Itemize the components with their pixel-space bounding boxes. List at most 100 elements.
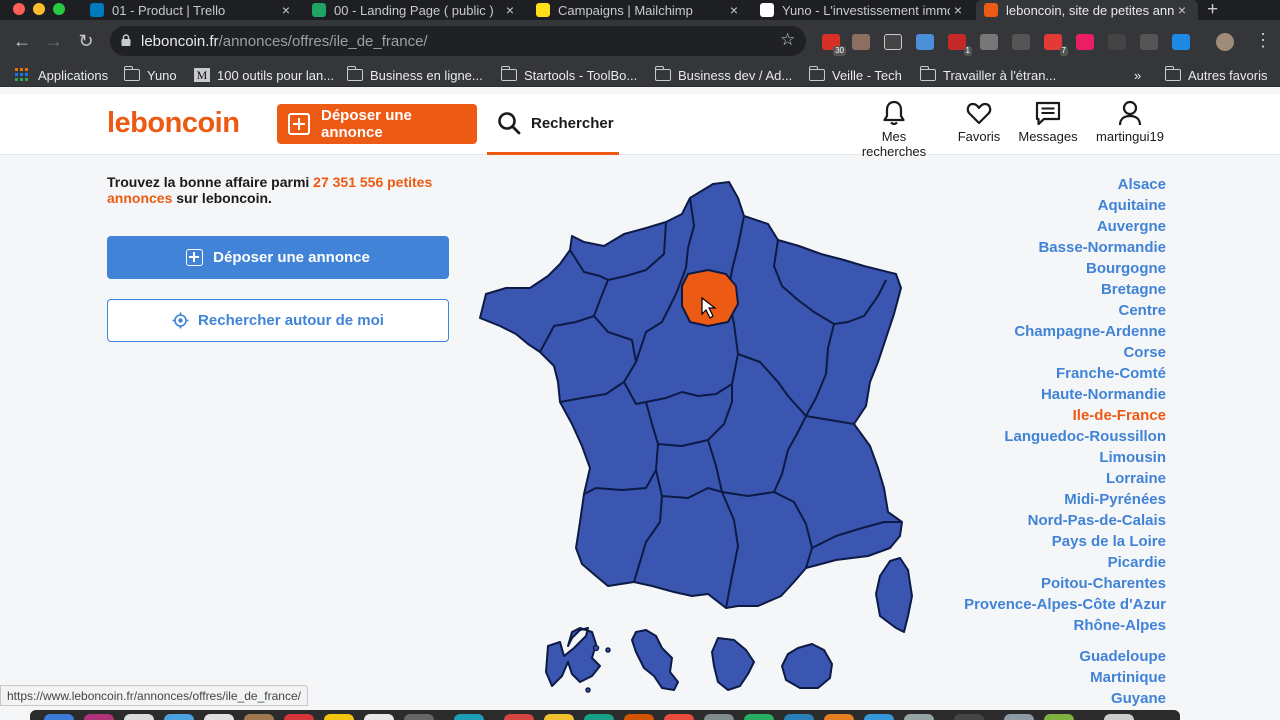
favorites-link[interactable]: Favoris	[955, 100, 1003, 144]
region-link-rhone-alpes[interactable]: Rhône-Alpes	[964, 617, 1166, 638]
close-window-button[interactable]	[13, 3, 25, 15]
bookmark-100-outils[interactable]: M 100 outils pour lan...	[194, 67, 334, 83]
dock-app-icon[interactable]	[1044, 714, 1074, 720]
dock-app-icon[interactable]	[864, 714, 894, 720]
reload-button[interactable]: ↻	[76, 31, 96, 52]
guyane-shape[interactable]	[711, 637, 755, 691]
extension-icon[interactable]: 1	[948, 34, 972, 56]
bookmark-folder-yuno[interactable]: Yuno	[123, 66, 177, 83]
bookmark-folder-startools[interactable]: Startools - ToolBo...	[500, 66, 637, 83]
region-link-centre[interactable]: Centre	[964, 302, 1166, 323]
dock-app-icon[interactable]	[664, 714, 694, 720]
guadeloupe-shape[interactable]	[545, 627, 601, 687]
dock-app-icon[interactable]	[364, 714, 394, 720]
region-link-corse[interactable]: Corse	[964, 344, 1166, 365]
dock-app-icon[interactable]	[504, 714, 534, 720]
dock-app-icon[interactable]	[584, 714, 614, 720]
maximize-window-button[interactable]	[53, 3, 65, 15]
region-link-pays-de-la-loire[interactable]: Pays de la Loire	[964, 533, 1166, 554]
france-regions-map[interactable]	[476, 176, 916, 696]
extension-icon[interactable]	[1172, 34, 1190, 50]
region-link-paca[interactable]: Provence-Alpes-Côte d'Azur	[964, 596, 1166, 617]
dock-app-icon[interactable]	[124, 714, 154, 720]
region-link-bretagne[interactable]: Bretagne	[964, 281, 1166, 302]
bookmark-star-icon[interactable]: ☆	[780, 30, 795, 50]
dock-app-icon[interactable]	[204, 714, 234, 720]
extension-icon[interactable]	[916, 34, 934, 50]
region-link-nord-pas-de-calais[interactable]: Nord-Pas-de-Calais	[964, 512, 1166, 533]
extension-icon[interactable]	[1108, 34, 1126, 50]
browser-tab-mailchimp[interactable]: Campaigns | Mailchimp ×	[528, 0, 750, 20]
dock-app-icon[interactable]	[704, 714, 734, 720]
dock-app-icon[interactable]	[324, 714, 354, 720]
messages-link[interactable]: Messages	[1017, 100, 1079, 144]
dock-app-icon[interactable]	[454, 714, 484, 720]
region-link-alsace[interactable]: Alsace	[964, 176, 1166, 197]
pocket-icon[interactable]	[884, 34, 902, 50]
region-link-basse-normandie[interactable]: Basse-Normandie	[964, 239, 1166, 260]
bookmark-applications[interactable]: Applications	[15, 67, 108, 83]
new-tab-button[interactable]: +	[1207, 0, 1218, 21]
extension-icon[interactable]	[1140, 34, 1158, 50]
reunion-shape[interactable]	[781, 643, 833, 689]
browser-tab-leboncoin[interactable]: leboncoin, site de petites annonces ×	[976, 0, 1198, 20]
profile-avatar[interactable]	[1216, 33, 1234, 51]
region-link-midi-pyrenees[interactable]: Midi-Pyrénées	[964, 491, 1166, 512]
region-link-martinique[interactable]: Martinique	[964, 669, 1166, 690]
user-account-link[interactable]: martingui19	[1095, 100, 1165, 144]
region-link-guadeloupe[interactable]: Guadeloupe	[964, 648, 1166, 669]
close-tab-icon[interactable]: ×	[278, 2, 294, 18]
region-link-champagne-ardenne[interactable]: Champagne-Ardenne	[964, 323, 1166, 344]
back-button[interactable]: ←	[12, 31, 32, 52]
extension-icon[interactable]	[980, 34, 998, 50]
region-link-poitou-charentes[interactable]: Poitou-Charentes	[964, 575, 1166, 596]
extension-icon[interactable]: 30	[822, 34, 846, 56]
dock-app-icon[interactable]	[404, 714, 434, 720]
bookmark-folder-autres-favoris[interactable]: Autres favoris	[1164, 66, 1267, 83]
minimize-window-button[interactable]	[33, 3, 45, 15]
dock-app-icon[interactable]	[904, 714, 934, 720]
region-link-languedoc-roussillon[interactable]: Languedoc-Roussillon	[964, 428, 1166, 449]
region-link-auvergne[interactable]: Auvergne	[964, 218, 1166, 239]
dock-app-icon[interactable]	[164, 714, 194, 720]
dock-app-icon[interactable]	[284, 714, 314, 720]
dock-app-icon[interactable]	[744, 714, 774, 720]
dock-app-icon[interactable]	[784, 714, 814, 720]
extension-icon[interactable]	[1076, 34, 1094, 50]
close-tab-icon[interactable]: ×	[1174, 2, 1190, 18]
post-ad-button[interactable]: Déposer une annonce	[107, 236, 449, 279]
bookmark-folder-business-dev[interactable]: Business dev / Ad...	[654, 66, 792, 83]
search-nearby-button[interactable]: Rechercher autour de moi	[107, 299, 449, 342]
region-link-picardie[interactable]: Picardie	[964, 554, 1166, 575]
region-link-bourgogne[interactable]: Bourgogne	[964, 260, 1166, 281]
address-bar[interactable]: leboncoin.fr/annonces/offres/ile_de_fran…	[110, 26, 806, 56]
region-link-limousin[interactable]: Limousin	[964, 449, 1166, 470]
my-searches-link[interactable]: Mes recherches	[849, 100, 939, 159]
close-tab-icon[interactable]: ×	[950, 2, 966, 18]
region-link-haute-normandie[interactable]: Haute-Normandie	[964, 386, 1166, 407]
bookmarks-overflow-button[interactable]: »	[1134, 67, 1141, 83]
forward-button[interactable]: →	[44, 31, 64, 52]
dock-app-icon[interactable]	[44, 714, 74, 720]
region-link-aquitaine[interactable]: Aquitaine	[964, 197, 1166, 218]
region-link-ile-de-france[interactable]: Ile-de-France	[964, 407, 1166, 428]
search-tab[interactable]: Rechercher	[487, 94, 619, 155]
region-link-lorraine[interactable]: Lorraine	[964, 470, 1166, 491]
dock-app-icon[interactable]	[544, 714, 574, 720]
dock-app-icon[interactable]	[954, 714, 984, 720]
region-link-franche-comte[interactable]: Franche-Comté	[964, 365, 1166, 386]
code-icon[interactable]	[1012, 34, 1030, 50]
browser-tab-landing-page[interactable]: 00 - Landing Page ( public ) ×	[304, 0, 526, 20]
close-tab-icon[interactable]: ×	[502, 2, 518, 18]
region-link-guyane[interactable]: Guyane	[964, 690, 1166, 711]
dock-app-icon[interactable]	[244, 714, 274, 720]
martinique-shape[interactable]	[631, 629, 679, 691]
browser-tab-yuno[interactable]: Yuno - L'investissement immobilier ×	[752, 0, 974, 20]
dock-app-icon[interactable]	[1104, 714, 1134, 720]
dock-app-icon[interactable]	[84, 714, 114, 720]
bookmark-folder-travailler[interactable]: Travailler à l'étran...	[919, 66, 1056, 83]
post-ad-header-button[interactable]: Déposer une annonce	[277, 104, 477, 144]
bookmark-folder-business-en-ligne[interactable]: Business en ligne...	[346, 66, 483, 83]
browser-menu-icon[interactable]: ⋮	[1254, 30, 1272, 51]
leboncoin-logo[interactable]: leboncoin	[107, 107, 240, 140]
